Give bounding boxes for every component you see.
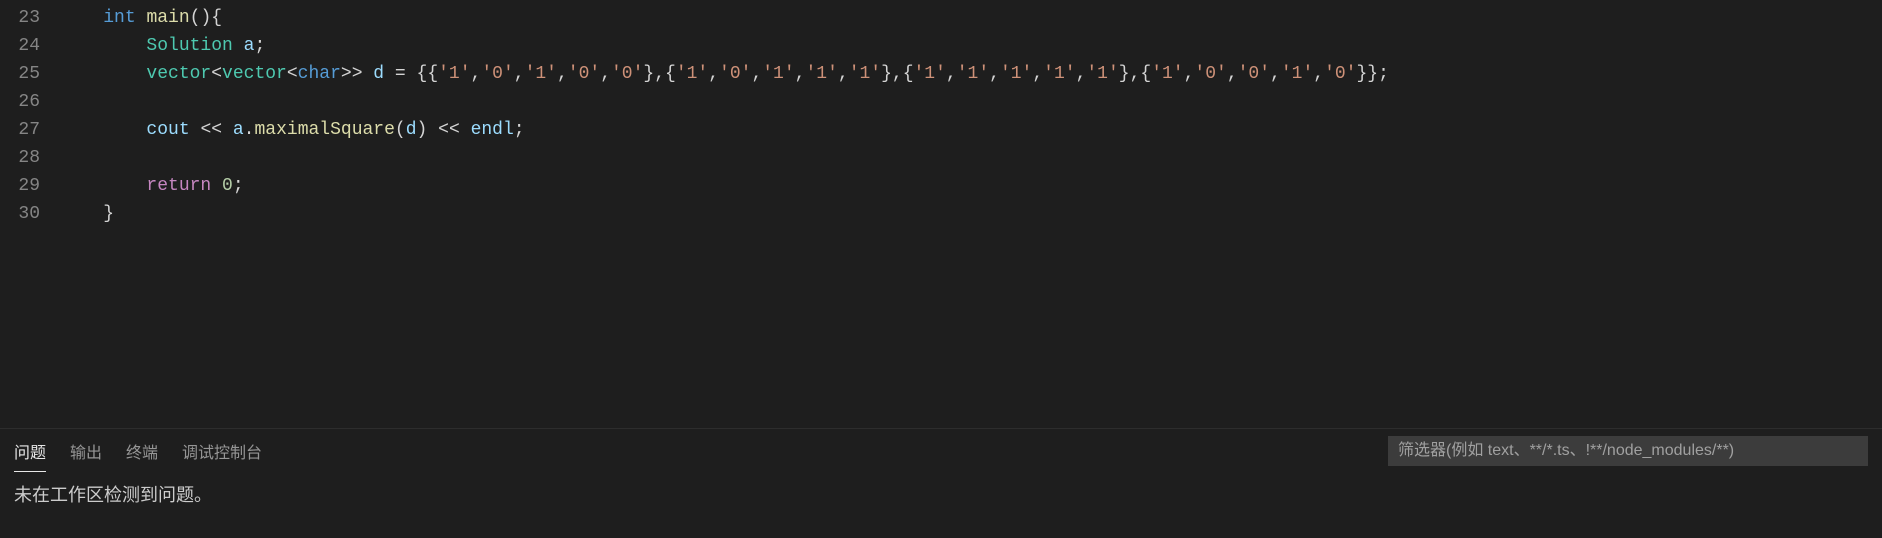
line-number: 25 xyxy=(0,60,40,88)
panel-tab-问题[interactable]: 问题 xyxy=(14,431,46,472)
line-number: 29 xyxy=(0,172,40,200)
line-number: 30 xyxy=(0,200,40,228)
panel-tab-输出[interactable]: 输出 xyxy=(70,431,102,472)
line-number: 23 xyxy=(0,4,40,32)
line-number: 26 xyxy=(0,88,40,116)
line-number: 24 xyxy=(0,32,40,60)
code-line[interactable]: Solution a; xyxy=(60,32,1882,60)
code-editor[interactable]: 2324252627282930 int main(){ Solution a;… xyxy=(0,0,1882,428)
code-line[interactable]: int main(){ xyxy=(60,4,1882,32)
code-line[interactable]: vector<vector<char>> d = {{'1','0','1','… xyxy=(60,60,1882,88)
panel-tab-终端[interactable]: 终端 xyxy=(126,431,158,472)
code-line[interactable] xyxy=(60,88,1882,116)
code-line[interactable]: } xyxy=(60,200,1882,228)
line-number-gutter: 2324252627282930 xyxy=(0,4,60,428)
line-number: 27 xyxy=(0,116,40,144)
panel-header: 问题输出终端调试控制台 xyxy=(0,429,1882,473)
panel-tab-调试控制台[interactable]: 调试控制台 xyxy=(182,431,262,472)
line-number: 28 xyxy=(0,144,40,172)
code-line[interactable]: cout << a.maximalSquare(d) << endl; xyxy=(60,116,1882,144)
problems-message: 未在工作区检测到问题。 xyxy=(0,473,1882,515)
code-content[interactable]: int main(){ Solution a; vector<vector<ch… xyxy=(60,4,1882,428)
bottom-panel: 问题输出终端调试控制台 未在工作区检测到问题。 xyxy=(0,428,1882,538)
problems-filter-input[interactable] xyxy=(1388,436,1868,466)
code-line[interactable] xyxy=(60,144,1882,172)
code-line[interactable]: return 0; xyxy=(60,172,1882,200)
panel-tabs: 问题输出终端调试控制台 xyxy=(14,431,262,472)
